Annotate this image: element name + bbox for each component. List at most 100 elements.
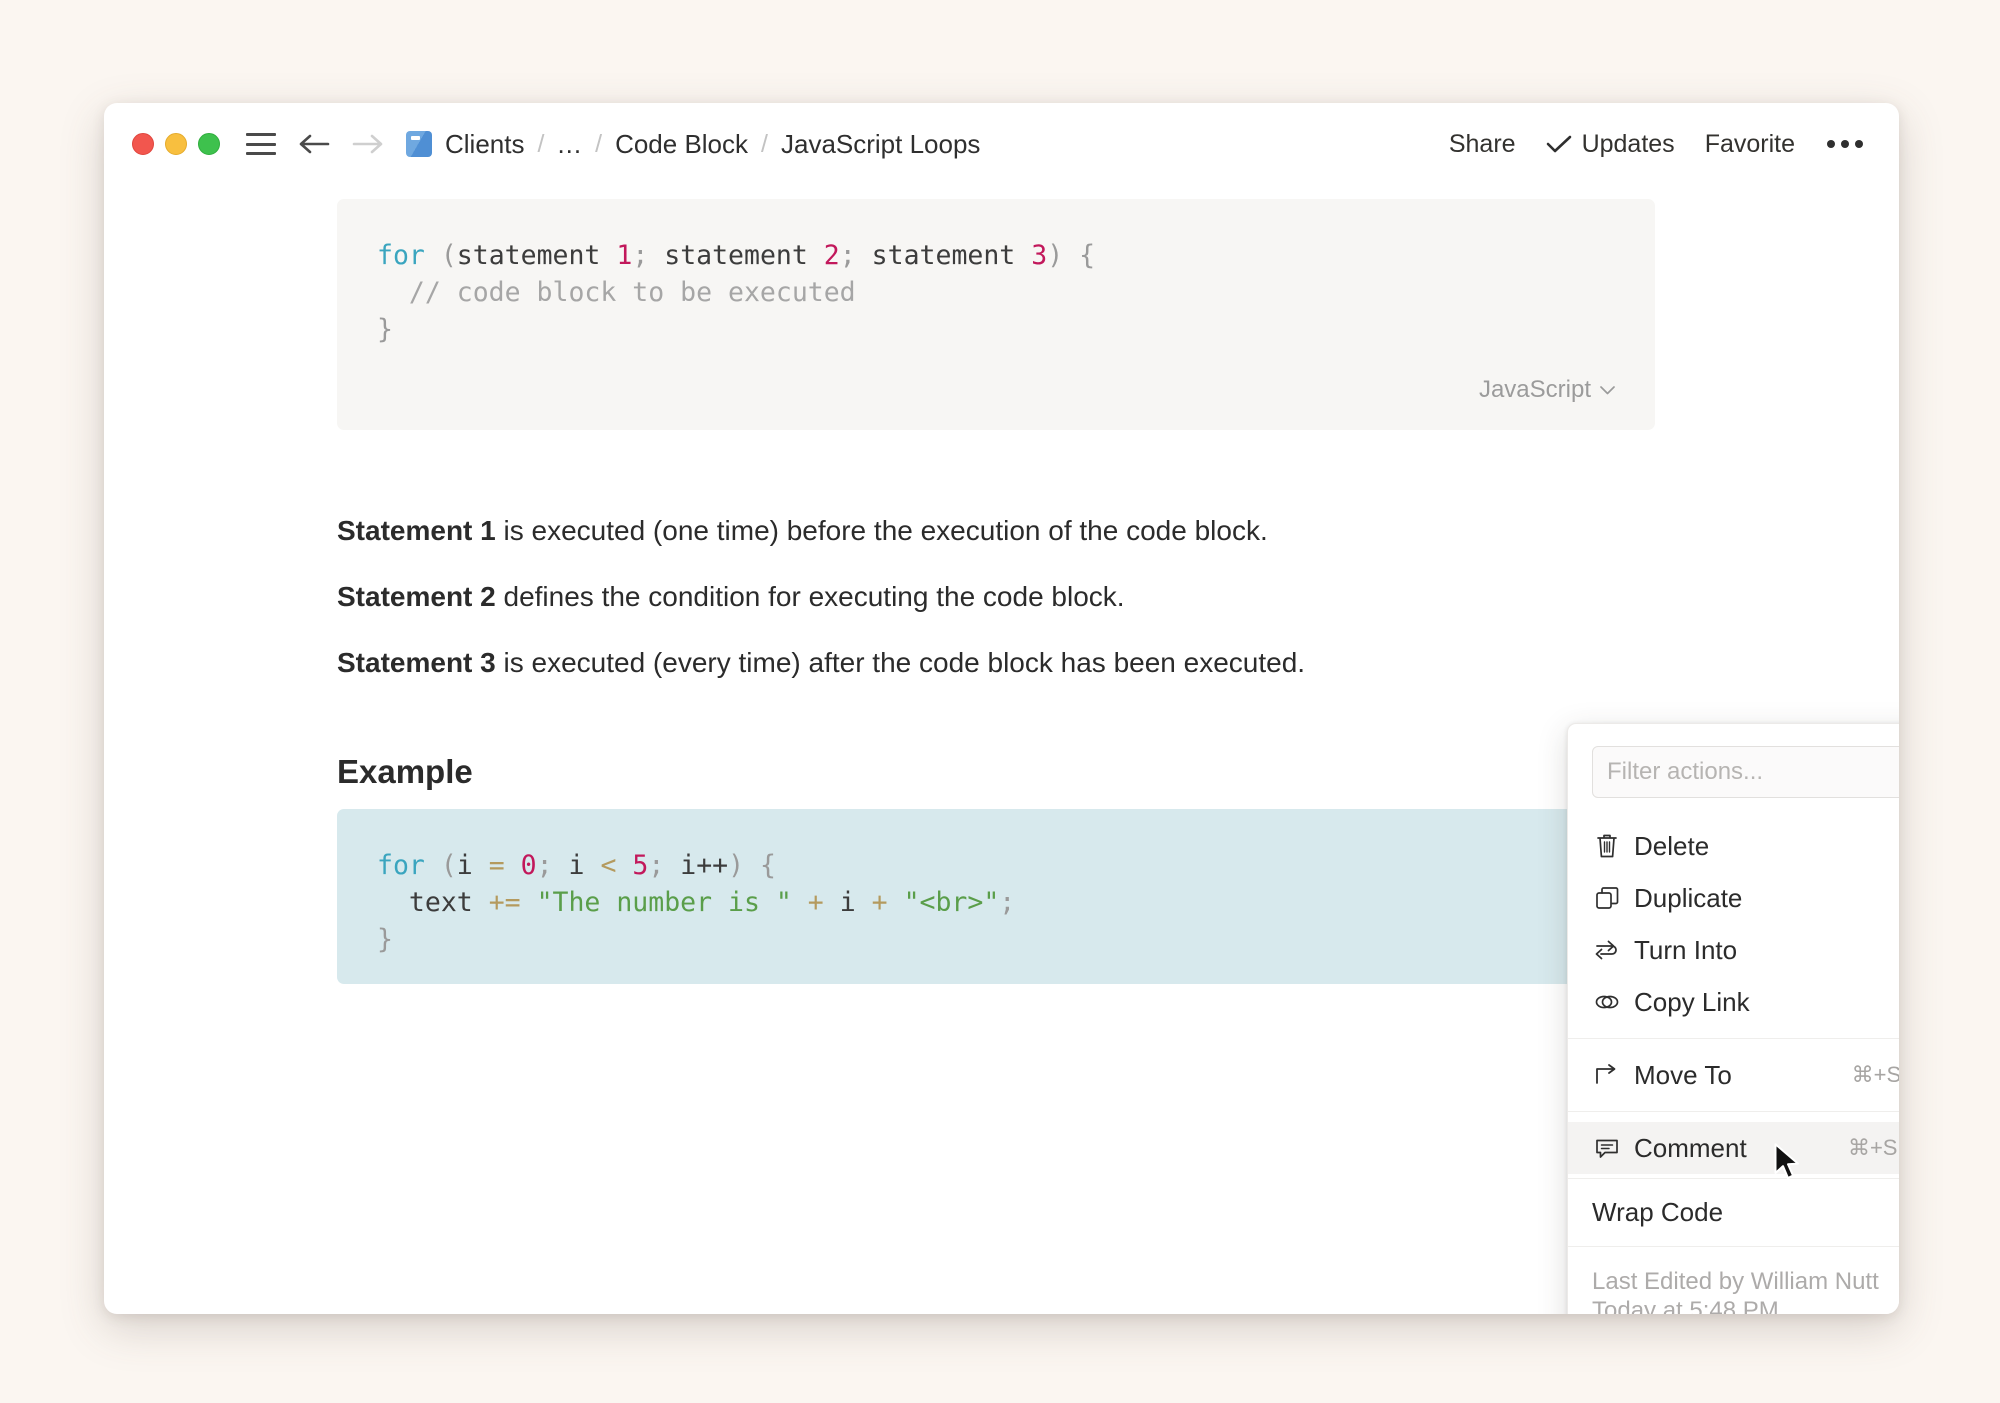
menu-item-delete[interactable]: Delete Del bbox=[1568, 820, 1899, 872]
notebook-emoji-icon bbox=[406, 131, 432, 157]
code-token: "<br>" bbox=[904, 887, 1000, 918]
breadcrumb-separator: / bbox=[537, 130, 544, 159]
breadcrumb: Clients / ... / Code Block / JavaScript … bbox=[406, 129, 980, 160]
code-token: statement bbox=[457, 240, 617, 271]
wrap-code-row[interactable]: Wrap Code bbox=[1568, 1178, 1899, 1246]
paragraph-statement-2: Statement 2 defines the condition for ex… bbox=[337, 578, 1627, 616]
menu-item-comment-shortcut: ⌘+Shift+M bbox=[1848, 1135, 1899, 1161]
duplicate-icon bbox=[1590, 884, 1624, 912]
menu-item-comment[interactable]: Comment ⌘+Shift+M bbox=[1568, 1122, 1899, 1174]
code-token: ; bbox=[648, 850, 680, 881]
close-button[interactable] bbox=[132, 133, 154, 155]
maximize-button[interactable] bbox=[198, 133, 220, 155]
breadcrumb-item-javascript-loops[interactable]: JavaScript Loops bbox=[781, 129, 980, 160]
trash-icon bbox=[1590, 832, 1624, 860]
paragraph-1-bold: Statement 1 bbox=[337, 515, 496, 546]
code-token: ; bbox=[537, 850, 569, 881]
comment-icon bbox=[1590, 1134, 1624, 1162]
code-token: ) { bbox=[728, 850, 776, 881]
paragraph-3-rest: is executed (every time) after the code … bbox=[496, 647, 1305, 678]
move-to-icon bbox=[1590, 1061, 1624, 1089]
paragraph-2-bold: Statement 2 bbox=[337, 581, 496, 612]
code-token: + bbox=[856, 887, 904, 918]
code-block-1-footer: JavaScript bbox=[377, 376, 1615, 404]
menu-item-move-to-label: Move To bbox=[1634, 1060, 1732, 1091]
titlebar-actions: Share Updates Favorite bbox=[1449, 130, 1865, 159]
share-button[interactable]: Share bbox=[1449, 130, 1516, 159]
paragraph-3-bold: Statement 3 bbox=[337, 647, 496, 678]
menu-item-comment-label: Comment bbox=[1634, 1133, 1747, 1164]
code-token: 1 bbox=[616, 240, 632, 271]
swap-icon bbox=[1590, 936, 1624, 964]
menu-item-duplicate-label: Duplicate bbox=[1634, 883, 1742, 914]
code-token: text bbox=[377, 887, 473, 918]
code-block-1[interactable]: for (statement 1; statement 2; statement… bbox=[337, 199, 1655, 430]
back-arrow-icon[interactable] bbox=[298, 131, 330, 157]
code-token: } bbox=[377, 314, 393, 345]
breadcrumb-item-clients[interactable]: Clients bbox=[445, 129, 524, 160]
filter-actions-wrap bbox=[1568, 724, 1899, 816]
breadcrumb-item-code-block[interactable]: Code Block bbox=[615, 129, 748, 160]
updates-button[interactable]: Updates bbox=[1546, 130, 1675, 159]
code-block-1-text[interactable]: for (statement 1; statement 2; statement… bbox=[377, 237, 1615, 348]
code-block-2-text[interactable]: for (i = 0; i < 5; i++) { text += "The n… bbox=[377, 847, 1615, 958]
titlebar: Clients / ... / Code Block / JavaScript … bbox=[104, 103, 1899, 185]
menu-item-copy-link[interactable]: Copy Link bbox=[1568, 976, 1899, 1028]
code-token: i bbox=[569, 850, 585, 881]
code-token: // code block to be executed bbox=[377, 277, 856, 308]
code-token: 3 bbox=[1031, 240, 1047, 271]
code-token: "The number is " bbox=[537, 887, 792, 918]
context-menu-footer: Last Edited by William Nutt Today at 5:4… bbox=[1568, 1246, 1899, 1314]
hamburger-icon[interactable] bbox=[246, 133, 276, 155]
more-options-icon[interactable] bbox=[1825, 134, 1865, 154]
code-token: ( bbox=[425, 850, 457, 881]
code-token: += bbox=[473, 887, 537, 918]
menu-item-move-to[interactable]: Move To ⌘+Shift+P bbox=[1568, 1049, 1899, 1101]
paragraph-statement-3: Statement 3 is executed (every time) aft… bbox=[337, 644, 1627, 682]
code-token: i bbox=[840, 887, 856, 918]
code-token: for bbox=[377, 240, 425, 271]
code-token: i bbox=[457, 850, 473, 881]
last-edited-time: Today at 5:48 PM bbox=[1592, 1296, 1899, 1314]
breadcrumb-separator: / bbox=[761, 130, 768, 159]
code-token: ; bbox=[999, 887, 1015, 918]
code-token: + bbox=[792, 887, 840, 918]
code-token: < bbox=[585, 850, 633, 881]
context-menu-group-1: Delete Del Duplicate ⌘+D bbox=[1568, 816, 1899, 1038]
check-icon bbox=[1546, 134, 1572, 154]
minimize-button[interactable] bbox=[165, 133, 187, 155]
code-block-2[interactable]: for (i = 0; i < 5; i++) { text += "The n… bbox=[337, 809, 1655, 984]
menu-item-move-to-shortcut: ⌘+Shift+P bbox=[1852, 1062, 1899, 1088]
menu-item-delete-label: Delete bbox=[1634, 831, 1709, 862]
menu-item-turn-into-label: Turn Into bbox=[1634, 935, 1737, 966]
code-token: } bbox=[377, 924, 393, 955]
code-token: for bbox=[377, 850, 425, 881]
language-label: JavaScript bbox=[1479, 376, 1591, 404]
language-selector[interactable]: JavaScript bbox=[1479, 376, 1615, 404]
code-token: 5 bbox=[632, 850, 648, 881]
menu-item-copy-link-label: Copy Link bbox=[1634, 987, 1750, 1018]
filter-actions-input[interactable] bbox=[1592, 746, 1899, 798]
paragraph-2-rest: defines the condition for executing the … bbox=[496, 581, 1125, 612]
breadcrumb-item-ellipsis[interactable]: ... bbox=[557, 129, 582, 160]
block-context-menu: Delete Del Duplicate ⌘+D bbox=[1567, 723, 1899, 1314]
chevron-down-icon bbox=[1600, 386, 1615, 395]
context-menu-group-2: Move To ⌘+Shift+P bbox=[1568, 1038, 1899, 1111]
code-token: ) { bbox=[1047, 240, 1095, 271]
favorite-button[interactable]: Favorite bbox=[1705, 130, 1795, 159]
code-token: = bbox=[473, 850, 521, 881]
menu-item-turn-into[interactable]: Turn Into bbox=[1568, 924, 1899, 976]
wrap-code-label: Wrap Code bbox=[1592, 1197, 1723, 1228]
forward-arrow-icon[interactable] bbox=[352, 131, 384, 157]
code-token: ; bbox=[632, 240, 664, 271]
link-icon bbox=[1590, 988, 1624, 1016]
paragraph-statement-1: Statement 1 is executed (one time) befor… bbox=[337, 512, 1627, 550]
code-token: 0 bbox=[521, 850, 537, 881]
menu-item-duplicate[interactable]: Duplicate ⌘+D bbox=[1568, 872, 1899, 924]
code-token: ; bbox=[840, 240, 872, 271]
paragraph-1-rest: is executed (one time) before the execut… bbox=[496, 515, 1268, 546]
code-token: statement bbox=[664, 240, 824, 271]
last-edited-by: Last Edited by William Nutt bbox=[1592, 1267, 1899, 1296]
app-window: Clients / ... / Code Block / JavaScript … bbox=[104, 103, 1899, 1314]
code-token: 2 bbox=[824, 240, 840, 271]
